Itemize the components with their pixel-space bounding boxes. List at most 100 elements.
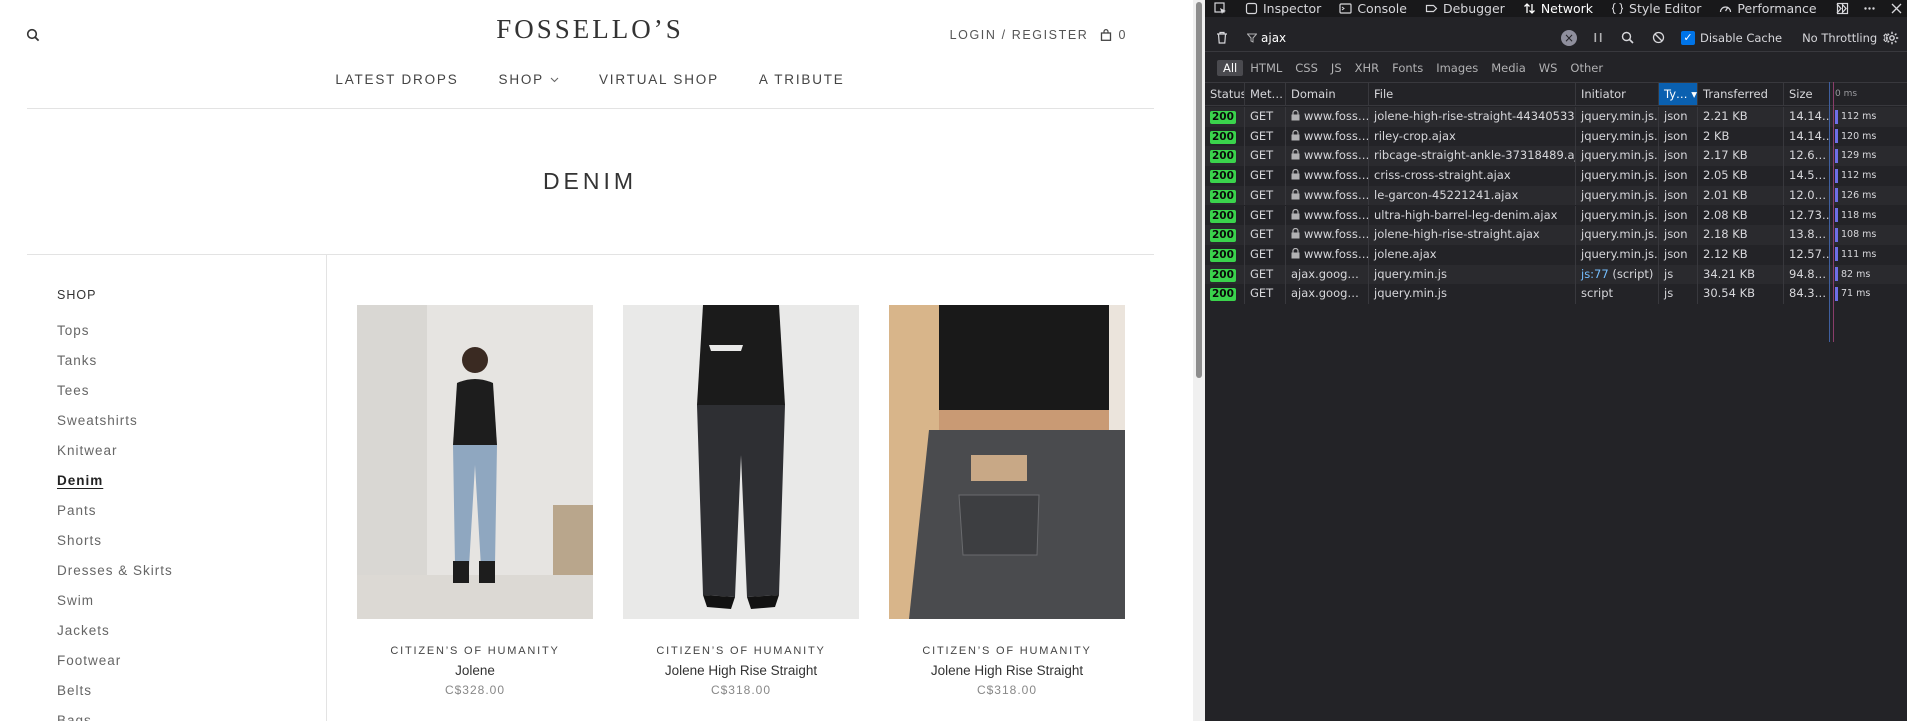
sidebar-link-bags[interactable]: Bags [57, 713, 173, 721]
tab-console[interactable]: Console [1330, 0, 1416, 17]
request-initiator[interactable]: jquery.min.js… [1576, 185, 1659, 206]
request-row[interactable]: 200 GET www.foss… criss-cross-straight.a… [1205, 166, 1907, 186]
sidebar-link-sweatshirts[interactable]: Sweatshirts [57, 413, 173, 443]
sidebar-link-knitwear[interactable]: Knitwear [57, 443, 173, 473]
type-filter-fonts[interactable]: Fonts [1386, 60, 1429, 76]
sidebar-link-denim[interactable]: Denim [57, 473, 173, 503]
type-filter-media[interactable]: Media [1485, 60, 1532, 76]
column-file[interactable]: File [1369, 83, 1576, 105]
sidebar-link-tops[interactable]: Tops [57, 323, 173, 353]
request-row[interactable]: 200 GET www.foss… le-garcon-45221241.aja… [1205, 185, 1907, 206]
request-initiator[interactable]: jquery.min.js… [1576, 225, 1659, 245]
block-icon[interactable] [1652, 31, 1665, 44]
product-name[interactable]: Jolene [357, 663, 593, 678]
gear-icon[interactable] [1885, 31, 1899, 45]
request-initiator[interactable]: jquery.min.js… [1576, 146, 1659, 167]
product-card[interactable]: CITIZEN’S OF HUMANITY Jolene C$328.00 [357, 305, 593, 697]
type-filter-css[interactable]: CSS [1289, 60, 1324, 76]
disable-cache-checkbox[interactable]: ✓ [1681, 30, 1695, 45]
sidebar-link-shorts[interactable]: Shorts [57, 533, 173, 563]
request-initiator[interactable]: jquery.min.js… [1576, 126, 1659, 147]
sidebar-link-pants[interactable]: Pants [57, 503, 173, 533]
product-card[interactable]: CITIZEN’S OF HUMANITY Jolene High Rise S… [889, 305, 1125, 697]
dock-icon[interactable] [1836, 2, 1849, 15]
column-transferred[interactable]: Transferred [1698, 83, 1784, 105]
request-initiator[interactable]: jquery.min.js… [1576, 205, 1659, 226]
request-row[interactable]: 200 GET ajax.goog… jquery.min.js js:77 (… [1205, 264, 1907, 285]
page-scrollbar[interactable] [1193, 0, 1205, 721]
request-initiator[interactable]: jquery.min.js… [1576, 107, 1659, 127]
request-initiator[interactable]: script [1576, 284, 1659, 304]
tab-debugger[interactable]: Debugger [1416, 0, 1514, 17]
column-type[interactable]: Ty… ▾ [1659, 83, 1698, 105]
nav-virtual-shop[interactable]: VIRTUAL SHOP [599, 72, 719, 87]
column-method[interactable]: Met… [1245, 83, 1286, 105]
sidebar-link-footwear[interactable]: Footwear [57, 653, 173, 683]
type-filter-html[interactable]: HTML [1244, 60, 1288, 76]
column-status[interactable]: Status [1205, 83, 1245, 105]
tab-network[interactable]: Network [1514, 0, 1602, 17]
request-type: json [1659, 146, 1698, 167]
search-icon[interactable] [1621, 31, 1634, 44]
request-row[interactable]: 200 GET www.foss… jolene.ajax jquery.min… [1205, 244, 1907, 265]
more-options-icon[interactable] [1863, 2, 1876, 15]
type-filter-ws[interactable]: WS [1533, 60, 1564, 76]
request-transferred: 2.17 KB [1698, 146, 1784, 167]
cart-button[interactable]: 0 [1100, 28, 1127, 42]
sidebar-link-tanks[interactable]: Tanks [57, 353, 173, 383]
product-image[interactable] [357, 305, 593, 619]
nav-a-tribute[interactable]: A TRIBUTE [759, 72, 845, 87]
sidebar-link-tees[interactable]: Tees [57, 383, 173, 413]
product-card[interactable]: CITIZEN’S OF HUMANITY Jolene High Rise S… [623, 305, 859, 697]
sidebar-link-belts[interactable]: Belts [57, 683, 173, 713]
throttling-select[interactable]: No Throttling ⇕ [1802, 31, 1890, 45]
column-initiator[interactable]: Initiator [1576, 83, 1659, 105]
clear-filter-icon[interactable]: × [1561, 29, 1577, 46]
product-image[interactable] [889, 305, 1125, 619]
login-register-link[interactable]: LOGIN / REGISTER [950, 28, 1089, 42]
request-row[interactable]: 200 GET www.foss… ribcage-straight-ankle… [1205, 146, 1907, 167]
tab-style-editor[interactable]: Style Editor [1602, 0, 1710, 17]
product-image[interactable] [623, 305, 859, 619]
filter-urls-input[interactable]: ajax × [1247, 27, 1577, 49]
request-row[interactable]: 200 GET www.foss… jolene-high-rise-strai… [1205, 225, 1907, 245]
element-picker-button[interactable] [1205, 0, 1236, 17]
type-filter-images[interactable]: Images [1430, 60, 1484, 76]
type-filter-all[interactable]: All [1217, 59, 1244, 76]
column-waterfall[interactable]: 0 ms [1830, 83, 1907, 105]
request-initiator[interactable]: js:77 (script) [1576, 264, 1659, 285]
sidebar-link-swim[interactable]: Swim [57, 593, 173, 623]
waterfall-marker-blue [1829, 82, 1830, 342]
request-file: jolene-high-rise-straight-44340533.ajax [1369, 107, 1576, 127]
request-row[interactable]: 200 GET ajax.goog… jquery.min.js script … [1205, 284, 1907, 304]
tab-performance[interactable]: Performance [1710, 0, 1825, 17]
nav-shop[interactable]: SHOP [499, 72, 559, 87]
request-row[interactable]: 200 GET www.foss… jolene-high-rise-strai… [1205, 107, 1907, 127]
type-filter-xhr[interactable]: XHR [1349, 60, 1386, 76]
product-name[interactable]: Jolene High Rise Straight [623, 663, 859, 678]
request-domain-text: www.foss… [1304, 168, 1369, 183]
column-size[interactable]: Size [1784, 83, 1830, 105]
request-time: 112 ms [1841, 111, 1877, 122]
request-initiator[interactable]: jquery.min.js… [1576, 244, 1659, 265]
request-row[interactable]: 200 GET www.foss… ultra-high-barrel-leg-… [1205, 205, 1907, 226]
product-name[interactable]: Jolene High Rise Straight [889, 663, 1125, 678]
scrollbar-thumb[interactable] [1196, 2, 1202, 378]
close-icon[interactable] [1890, 2, 1903, 15]
pause-icon[interactable] [1593, 32, 1603, 43]
tab-inspector[interactable]: Inspector [1236, 0, 1330, 17]
lock-icon [1291, 169, 1300, 180]
request-file: le-garcon-45221241.ajax [1369, 185, 1576, 206]
status-badge: 200 [1210, 189, 1236, 203]
nav-latest-drops[interactable]: LATEST DROPS [335, 72, 458, 87]
sidebar-link-dresses-skirts[interactable]: Dresses & Skirts [57, 563, 173, 593]
disable-cache-toggle[interactable]: ✓ Disable Cache [1681, 30, 1782, 45]
trash-icon[interactable] [1216, 31, 1228, 44]
request-initiator[interactable]: jquery.min.js… [1576, 166, 1659, 186]
column-domain[interactable]: Domain [1286, 83, 1369, 105]
request-domain: www.foss… [1286, 107, 1369, 127]
type-filter-js[interactable]: JS [1325, 60, 1348, 76]
request-row[interactable]: 200 GET www.foss… riley-crop.ajax jquery… [1205, 126, 1907, 147]
sidebar-link-jackets[interactable]: Jackets [57, 623, 173, 653]
type-filter-other[interactable]: Other [1564, 60, 1609, 76]
